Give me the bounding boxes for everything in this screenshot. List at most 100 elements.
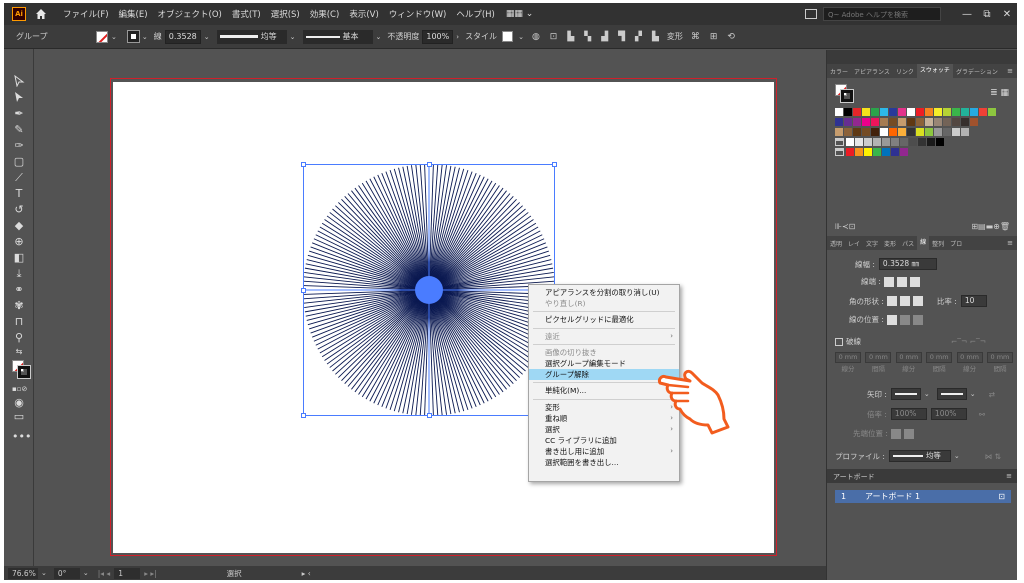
- artboard-number-field[interactable]: 1: [114, 567, 141, 579]
- recolor-artwork-icon[interactable]: ◍: [532, 32, 540, 42]
- color-swatch[interactable]: [898, 108, 906, 116]
- color-swatch[interactable]: [864, 138, 872, 146]
- swatch-options-icon[interactable]: ⊡: [849, 222, 856, 231]
- stroke-black-swatch[interactable]: [840, 89, 854, 103]
- tab-links[interactable]: リンク: [893, 67, 917, 76]
- swap-arrowheads-icon[interactable]: ⇄: [989, 390, 995, 399]
- dash-gap-input[interactable]: 0 mm: [865, 352, 892, 363]
- flip-profile-icons[interactable]: ⋈ ⇅: [985, 452, 1001, 461]
- swap-fill-stroke-icon[interactable]: ⇆: [12, 345, 26, 359]
- tab-align[interactable]: 整列: [929, 239, 947, 248]
- color-swatch[interactable]: [835, 128, 843, 136]
- workspace-switcher-icon[interactable]: ▦▦ ⌄: [506, 9, 533, 19]
- end-arrowhead-select[interactable]: [936, 388, 967, 400]
- resize-handle[interactable]: [427, 162, 432, 167]
- start-scale-input[interactable]: 100%: [890, 408, 927, 420]
- dashed-line-checkbox[interactable]: [835, 337, 843, 346]
- current-tool-label[interactable]: 選択: [227, 568, 242, 579]
- color-swatch[interactable]: [855, 148, 863, 156]
- color-swatch[interactable]: [835, 118, 843, 126]
- direct-selection-tool-icon[interactable]: [12, 91, 26, 105]
- color-swatch[interactable]: [862, 108, 870, 116]
- tab-gradient[interactable]: グラデーション: [953, 67, 1001, 76]
- resize-handle[interactable]: [301, 162, 306, 167]
- menu-select[interactable]: 選択(S): [266, 8, 305, 20]
- color-swatch[interactable]: [916, 118, 924, 126]
- color-swatch[interactable]: [943, 128, 951, 136]
- align-bottom-icon[interactable]: ▙: [652, 32, 659, 42]
- rotate-tool-icon[interactable]: ↺: [12, 203, 26, 217]
- fill-swatch[interactable]: [96, 30, 108, 43]
- zoom-level-field[interactable]: 76.6%: [8, 567, 38, 579]
- chevron-down-icon[interactable]: ⌄: [290, 33, 296, 41]
- new-swatch-icon[interactable]: ⊕: [993, 222, 1000, 231]
- align-center-stroke-icon[interactable]: [886, 314, 897, 325]
- artboard-list-item[interactable]: 1 アートボード 1 ⊡: [835, 490, 1011, 503]
- color-swatch[interactable]: [835, 108, 843, 116]
- context-menu-item[interactable]: 書き出し用に追加 ›: [529, 446, 679, 457]
- color-swatch[interactable]: [934, 118, 942, 126]
- help-search-input[interactable]: Q~ Adobe ヘルプを検索: [823, 7, 941, 21]
- align-outside-stroke-icon[interactable]: [912, 314, 923, 325]
- resize-handle[interactable]: [301, 288, 306, 293]
- align-left-icon[interactable]: ▙: [567, 32, 574, 42]
- color-swatch[interactable]: [891, 138, 899, 146]
- tab-stroke[interactable]: 線: [917, 236, 930, 250]
- opacity-field[interactable]: 100%: [422, 29, 454, 44]
- arrow-tip-at-end-icon[interactable]: [903, 428, 914, 439]
- color-swatch[interactable]: [934, 128, 942, 136]
- eyedropper-tool-icon[interactable]: ⤓: [12, 267, 26, 281]
- round-join-icon[interactable]: [899, 296, 910, 306]
- color-swatch[interactable]: [853, 118, 861, 126]
- color-swatch[interactable]: [882, 138, 890, 146]
- color-swatch[interactable]: [846, 148, 854, 156]
- pen-tool-icon[interactable]: ✒: [12, 107, 26, 121]
- artboards-panel-tab[interactable]: アートボード ≡: [827, 469, 1017, 483]
- color-swatch[interactable]: [880, 118, 888, 126]
- color-swatch[interactable]: [961, 128, 969, 136]
- align-inside-stroke-icon[interactable]: [899, 314, 910, 325]
- symbol-sprayer-tool-icon[interactable]: ✾: [12, 299, 26, 313]
- gradient-tool-icon[interactable]: ◧: [12, 251, 26, 265]
- paintbrush-tool-icon[interactable]: ⟋: [12, 171, 26, 185]
- minimize-button[interactable]: —: [957, 9, 977, 20]
- chevron-right-icon[interactable]: ›: [456, 33, 459, 41]
- shape-builder-tool-icon[interactable]: ⊕: [12, 235, 26, 249]
- variable-width-profile[interactable]: 均等: [216, 29, 287, 44]
- color-swatch[interactable]: [925, 128, 933, 136]
- draw-mode-icon[interactable]: ◉: [12, 396, 26, 410]
- new-folder-icon[interactable]: ▬: [986, 222, 994, 231]
- selection-tool-icon[interactable]: [12, 74, 26, 89]
- artboard-tool-icon[interactable]: ⊓: [12, 315, 26, 329]
- align-top-icon[interactable]: ▜: [618, 32, 625, 42]
- context-menu-item[interactable]: ピクセルグリッドに最適化: [529, 314, 679, 325]
- color-swatch[interactable]: [891, 148, 899, 156]
- color-swatch[interactable]: [853, 108, 861, 116]
- color-swatch[interactable]: [909, 138, 917, 146]
- tab-properties[interactable]: プロ: [947, 239, 965, 248]
- projecting-cap-icon[interactable]: [909, 276, 920, 287]
- color-swatch[interactable]: [898, 128, 906, 136]
- align-right-icon[interactable]: ▟: [601, 32, 608, 42]
- color-swatch[interactable]: [907, 128, 915, 136]
- restore-button[interactable]: ⧉: [977, 9, 997, 20]
- chevron-down-icon[interactable]: ⌄: [376, 33, 382, 41]
- status-arrow-icon[interactable]: ▸ ‹: [302, 569, 311, 578]
- panel-dock-header[interactable]: [827, 50, 1017, 64]
- context-menu-item[interactable]: 選択範囲を書き出し...: [529, 457, 679, 468]
- chevron-down-icon[interactable]: ⌄: [41, 569, 47, 577]
- color-mode-icons[interactable]: ▪▫⊘: [12, 382, 27, 396]
- stroke-swatch[interactable]: [126, 30, 140, 43]
- color-swatch[interactable]: [952, 108, 960, 116]
- context-menu-item[interactable]: CC ライブラリに追加: [529, 435, 679, 446]
- color-swatch[interactable]: [873, 138, 881, 146]
- chevron-down-icon[interactable]: ⌄: [970, 390, 976, 398]
- color-swatch[interactable]: [988, 108, 996, 116]
- dash-align-icons[interactable]: ⌐‾¬ ⌐‾¬: [951, 337, 986, 346]
- color-swatch[interactable]: [871, 118, 879, 126]
- color-swatch[interactable]: [889, 118, 897, 126]
- stroke-black-swatch[interactable]: [17, 365, 31, 379]
- rectangle-tool-icon[interactable]: ▢: [12, 155, 26, 169]
- color-swatch[interactable]: [898, 118, 906, 126]
- screen-mode-icon[interactable]: ▭: [12, 410, 26, 424]
